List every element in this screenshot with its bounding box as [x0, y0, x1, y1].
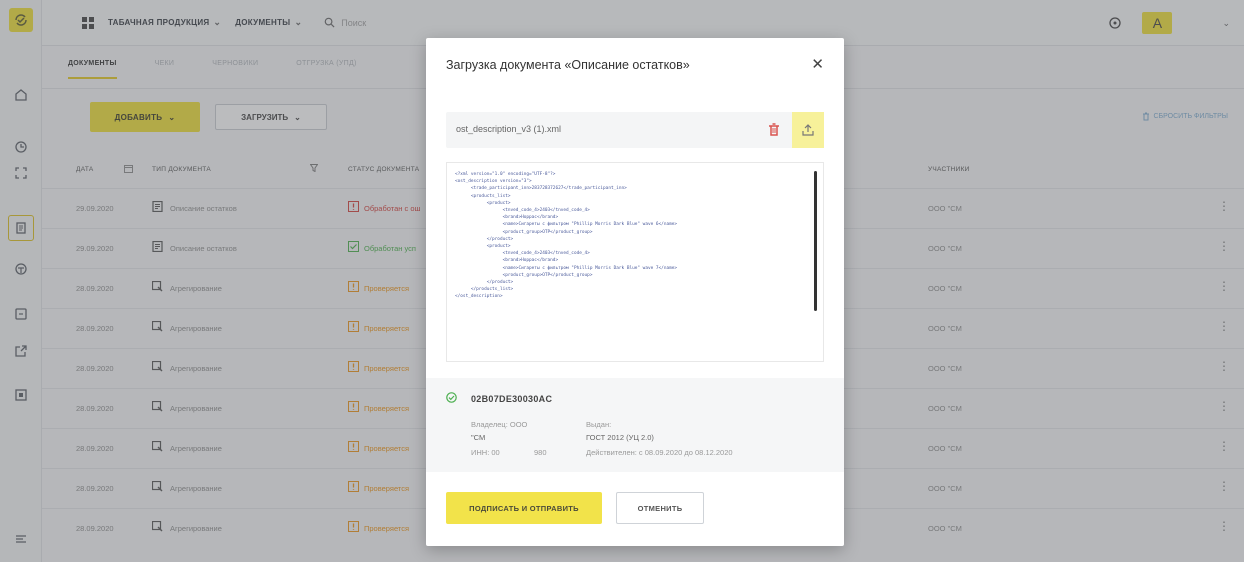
trash-icon[interactable]	[768, 123, 780, 136]
certificate-card[interactable]: 02B07DE30030AC Владелец: ООО "СМ ИНН: 00…	[426, 378, 844, 472]
close-icon[interactable]: ✕	[811, 55, 824, 73]
certificate-id: 02B07DE30030AC	[471, 394, 553, 404]
upload-modal: Загрузка документа «Описание остатков» ✕…	[426, 38, 844, 546]
inn-value: 980	[534, 448, 547, 457]
issuer-label: Выдан:	[586, 420, 612, 429]
issuer-value: ГОСТ 2012 (УЦ 2.0)	[586, 433, 654, 442]
cancel-button[interactable]: ОТМЕНИТЬ	[616, 492, 704, 524]
xml-preview[interactable]: <?xml version="1.0" encoding="UTF-8"?> <…	[446, 162, 824, 362]
inn-label: ИНН: 00	[471, 448, 500, 457]
upload-icon	[802, 124, 814, 136]
check-circle-icon	[446, 392, 457, 403]
modal-title: Загрузка документа «Описание остатков»	[446, 58, 690, 72]
xml-content: <?xml version="1.0" encoding="UTF-8"?> <…	[455, 172, 678, 300]
scrollbar[interactable]	[814, 171, 817, 311]
file-name: ost_description_v3 (1).xml	[456, 124, 562, 134]
validity-text: Действителен: с 08.09.2020 до 08.12.2020	[586, 448, 733, 457]
sign-and-send-button[interactable]: ПОДПИСАТЬ И ОТПРАВИТЬ	[446, 492, 602, 524]
upload-button[interactable]	[792, 112, 824, 148]
owner-label: Владелец: ООО	[471, 420, 528, 429]
owner-value: "СМ	[471, 433, 486, 442]
file-bar: ost_description_v3 (1).xml	[446, 112, 824, 148]
